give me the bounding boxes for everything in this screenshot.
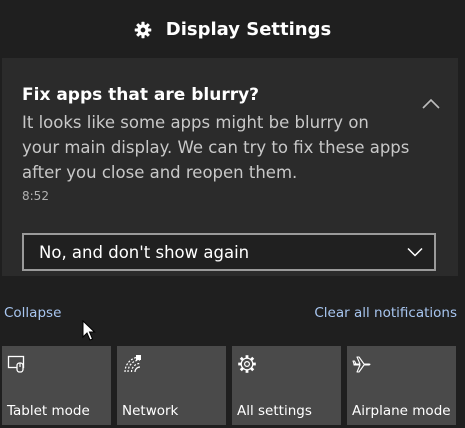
chevron-down-icon (407, 247, 423, 257)
tablet-mode-icon (7, 355, 25, 373)
tile-label: All settings (237, 403, 312, 419)
notification-time: 8:52 (22, 189, 49, 203)
dropdown-value: No, and don't show again (39, 242, 250, 262)
notification-body-line: your main display. We can try to fix the… (22, 138, 410, 157)
airplane-icon (352, 356, 371, 373)
notification-card[interactable]: Fix apps that are blurry? It looks like … (2, 58, 458, 276)
airplane-mode-tile[interactable]: Airplane mode (347, 346, 456, 425)
tablet-mode-tile[interactable]: Tablet mode (2, 346, 111, 425)
mouse-cursor-icon (82, 320, 96, 341)
network-tile[interactable]: Network (117, 346, 226, 425)
collapse-link[interactable]: Collapse (4, 305, 61, 321)
gear-icon (134, 21, 152, 39)
notification-body: It looks like some apps might be blurry … (22, 110, 442, 185)
notification-body-line: after you close and reopen them. (22, 163, 298, 182)
tile-label: Airplane mode (352, 403, 451, 419)
tile-label: Network (122, 403, 179, 419)
clear-all-notifications-link[interactable]: Clear all notifications (314, 305, 457, 321)
notification-title: Fix apps that are blurry? (22, 85, 260, 105)
gear-icon (238, 355, 256, 373)
tile-label: Tablet mode (7, 403, 90, 419)
response-dropdown[interactable]: No, and don't show again (22, 233, 436, 271)
header-title: Display Settings (165, 18, 332, 40)
all-settings-tile[interactable]: All settings (232, 346, 341, 425)
network-icon (124, 355, 141, 373)
notification-header: Display Settings (0, 0, 465, 58)
notification-body-line: It looks like some apps might be blurry … (22, 113, 369, 132)
